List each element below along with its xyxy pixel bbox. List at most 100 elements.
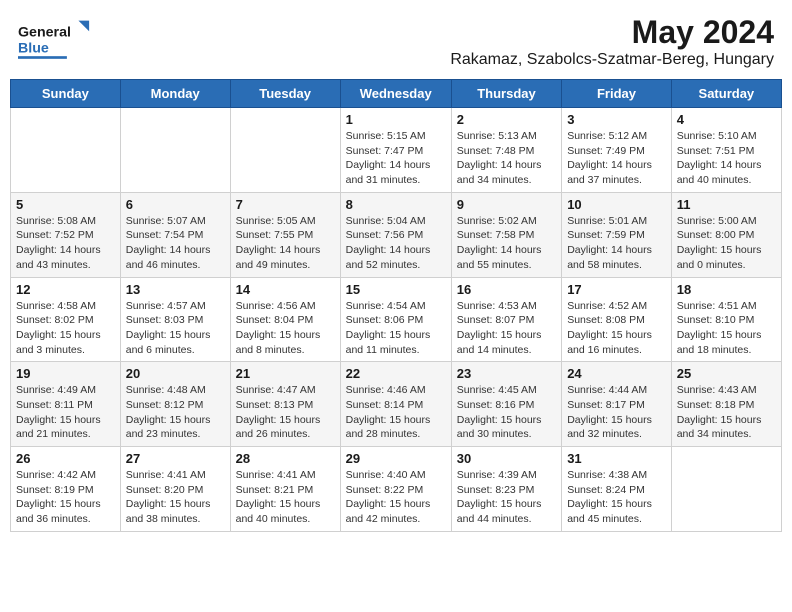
calendar-day-cell: 24Sunrise: 4:44 AM Sunset: 8:17 PM Dayli… <box>562 362 672 447</box>
day-info: Sunrise: 4:54 AM Sunset: 8:06 PM Dayligh… <box>346 299 446 358</box>
day-info: Sunrise: 4:49 AM Sunset: 8:11 PM Dayligh… <box>16 383 115 442</box>
calendar-day-cell <box>11 108 121 193</box>
day-number: 31 <box>567 451 666 466</box>
calendar-day-cell: 17 Sunrise: 4:52 AM Sunset: 8:08 PM Dayli… <box>562 277 672 362</box>
day-number: 5 <box>16 197 115 212</box>
calendar-week-row: 26 Sunrise: 4:42 AM Sunset: 8:19 PM Dayli… <box>11 447 782 532</box>
day-number: 29 <box>346 451 446 466</box>
day-info: Sunrise: 4:48 AM Sunset: 8:12 PM Dayligh… <box>126 383 225 442</box>
day-number: 13 <box>126 282 225 297</box>
calendar-day-cell: 12Sunrise: 4:58 AM Sunset: 8:02 PM Dayli… <box>11 277 121 362</box>
page-header: General Blue May 2024 Rakamaz, Szabolcs-… <box>10 10 782 73</box>
calendar-day-cell: 29 Sunrise: 4:40 AM Sunset: 8:22 PM Dayli… <box>340 447 451 532</box>
day-number: 3 <box>567 112 666 127</box>
calendar-week-row: 12Sunrise: 4:58 AM Sunset: 8:02 PM Dayli… <box>11 277 782 362</box>
title-block: May 2024 Rakamaz, Szabolcs-Szatmar-Bereg… <box>450 14 774 69</box>
location-subtitle: Rakamaz, Szabolcs-Szatmar-Bereg, Hungary <box>450 51 774 69</box>
day-info: Sunrise: 5:12 AM Sunset: 7:49 PM Dayligh… <box>567 129 666 188</box>
day-info: Sunrise: 5:13 AM Sunset: 7:48 PM Dayligh… <box>457 129 556 188</box>
calendar-week-row: 19 Sunrise: 4:49 AM Sunset: 8:11 PM Dayli… <box>11 362 782 447</box>
calendar-day-cell: 27 Sunrise: 4:41 AM Sunset: 8:20 PM Dayli… <box>120 447 230 532</box>
calendar-day-cell: 8 Sunrise: 5:04 AM Sunset: 7:56 PM Daylig… <box>340 192 451 277</box>
day-info: Sunrise: 4:45 AM Sunset: 8:16 PM Dayligh… <box>457 383 556 442</box>
calendar-day-cell: 18Sunrise: 4:51 AM Sunset: 8:10 PM Dayli… <box>671 277 781 362</box>
day-number: 19 <box>16 366 115 381</box>
calendar-day-cell: 31 Sunrise: 4:38 AM Sunset: 8:24 PM Dayli… <box>562 447 672 532</box>
logo-svg: General Blue <box>18 14 98 69</box>
day-of-week-header: Thursday <box>451 80 561 108</box>
day-number: 27 <box>126 451 225 466</box>
day-info: Sunrise: 4:43 AM Sunset: 8:18 PM Dayligh… <box>677 383 776 442</box>
calendar-day-cell: 13 Sunrise: 4:57 AM Sunset: 8:03 PM Dayli… <box>120 277 230 362</box>
day-number: 2 <box>457 112 556 127</box>
day-info: Sunrise: 4:56 AM Sunset: 8:04 PM Dayligh… <box>236 299 335 358</box>
day-info: Sunrise: 5:00 AM Sunset: 8:00 PM Dayligh… <box>677 214 776 273</box>
calendar-day-cell: 22 Sunrise: 4:46 AM Sunset: 8:14 PM Dayli… <box>340 362 451 447</box>
day-info: Sunrise: 5:08 AM Sunset: 7:52 PM Dayligh… <box>16 214 115 273</box>
day-number: 30 <box>457 451 556 466</box>
day-info: Sunrise: 4:47 AM Sunset: 8:13 PM Dayligh… <box>236 383 335 442</box>
calendar-day-cell: 21 Sunrise: 4:47 AM Sunset: 8:13 PM Dayli… <box>230 362 340 447</box>
calendar-day-cell: 16 Sunrise: 4:53 AM Sunset: 8:07 PM Dayli… <box>451 277 561 362</box>
calendar-day-cell: 10 Sunrise: 5:01 AM Sunset: 7:59 PM Dayli… <box>562 192 672 277</box>
calendar-day-cell: 30Sunrise: 4:39 AM Sunset: 8:23 PM Dayli… <box>451 447 561 532</box>
calendar-day-cell: 7Sunrise: 5:05 AM Sunset: 7:55 PM Daylig… <box>230 192 340 277</box>
day-info: Sunrise: 4:46 AM Sunset: 8:14 PM Dayligh… <box>346 383 446 442</box>
calendar-day-cell: 6 Sunrise: 5:07 AM Sunset: 7:54 PM Daylig… <box>120 192 230 277</box>
day-info: Sunrise: 5:05 AM Sunset: 7:55 PM Dayligh… <box>236 214 335 273</box>
day-number: 9 <box>457 197 556 212</box>
calendar-day-cell: 9 Sunrise: 5:02 AM Sunset: 7:58 PM Daylig… <box>451 192 561 277</box>
day-number: 23 <box>457 366 556 381</box>
day-number: 11 <box>677 197 776 212</box>
calendar-table: SundayMondayTuesdayWednesdayThursdayFrid… <box>10 79 782 532</box>
day-info: Sunrise: 5:02 AM Sunset: 7:58 PM Dayligh… <box>457 214 556 273</box>
calendar-day-cell: 2 Sunrise: 5:13 AM Sunset: 7:48 PM Daylig… <box>451 108 561 193</box>
day-of-week-header: Wednesday <box>340 80 451 108</box>
calendar-day-cell <box>230 108 340 193</box>
day-info: Sunrise: 5:07 AM Sunset: 7:54 PM Dayligh… <box>126 214 225 273</box>
day-number: 26 <box>16 451 115 466</box>
day-info: Sunrise: 4:51 AM Sunset: 8:10 PM Dayligh… <box>677 299 776 358</box>
day-of-week-header: Monday <box>120 80 230 108</box>
day-number: 4 <box>677 112 776 127</box>
calendar-day-cell: 1 Sunrise: 5:15 AM Sunset: 7:47 PM Daylig… <box>340 108 451 193</box>
day-of-week-header: Friday <box>562 80 672 108</box>
calendar-day-cell: 15 Sunrise: 4:54 AM Sunset: 8:06 PM Dayli… <box>340 277 451 362</box>
calendar-day-cell: 14 Sunrise: 4:56 AM Sunset: 8:04 PM Dayli… <box>230 277 340 362</box>
calendar-day-cell: 19 Sunrise: 4:49 AM Sunset: 8:11 PM Dayli… <box>11 362 121 447</box>
day-info: Sunrise: 4:42 AM Sunset: 8:19 PM Dayligh… <box>16 468 115 527</box>
day-number: 16 <box>457 282 556 297</box>
calendar-day-cell: 23 Sunrise: 4:45 AM Sunset: 8:16 PM Dayli… <box>451 362 561 447</box>
calendar-day-cell <box>120 108 230 193</box>
day-number: 8 <box>346 197 446 212</box>
calendar-day-cell: 11 Sunrise: 5:00 AM Sunset: 8:00 PM Dayli… <box>671 192 781 277</box>
calendar-day-cell <box>671 447 781 532</box>
calendar-week-row: 5 Sunrise: 5:08 AM Sunset: 7:52 PM Daylig… <box>11 192 782 277</box>
day-of-week-header: Sunday <box>11 80 121 108</box>
day-number: 15 <box>346 282 446 297</box>
day-info: Sunrise: 4:44 AM Sunset: 8:17 PM Dayligh… <box>567 383 666 442</box>
day-number: 20 <box>126 366 225 381</box>
day-info: Sunrise: 4:38 AM Sunset: 8:24 PM Dayligh… <box>567 468 666 527</box>
day-number: 17 <box>567 282 666 297</box>
day-info: Sunrise: 4:40 AM Sunset: 8:22 PM Dayligh… <box>346 468 446 527</box>
day-number: 22 <box>346 366 446 381</box>
calendar-day-cell: 3 Sunrise: 5:12 AM Sunset: 7:49 PM Daylig… <box>562 108 672 193</box>
day-info: Sunrise: 4:53 AM Sunset: 8:07 PM Dayligh… <box>457 299 556 358</box>
calendar-day-cell: 5 Sunrise: 5:08 AM Sunset: 7:52 PM Daylig… <box>11 192 121 277</box>
day-info: Sunrise: 4:57 AM Sunset: 8:03 PM Dayligh… <box>126 299 225 358</box>
day-info: Sunrise: 4:41 AM Sunset: 8:20 PM Dayligh… <box>126 468 225 527</box>
calendar-day-cell: 28Sunrise: 4:41 AM Sunset: 8:21 PM Dayli… <box>230 447 340 532</box>
day-info: Sunrise: 4:52 AM Sunset: 8:08 PM Dayligh… <box>567 299 666 358</box>
calendar-day-cell: 4Sunrise: 5:10 AM Sunset: 7:51 PM Daylig… <box>671 108 781 193</box>
svg-text:Blue: Blue <box>18 41 49 57</box>
day-number: 21 <box>236 366 335 381</box>
day-info: Sunrise: 5:04 AM Sunset: 7:56 PM Dayligh… <box>346 214 446 273</box>
day-number: 1 <box>346 112 446 127</box>
day-info: Sunrise: 5:15 AM Sunset: 7:47 PM Dayligh… <box>346 129 446 188</box>
day-number: 6 <box>126 197 225 212</box>
day-number: 14 <box>236 282 335 297</box>
day-info: Sunrise: 5:01 AM Sunset: 7:59 PM Dayligh… <box>567 214 666 273</box>
day-number: 10 <box>567 197 666 212</box>
svg-text:General: General <box>18 25 71 41</box>
